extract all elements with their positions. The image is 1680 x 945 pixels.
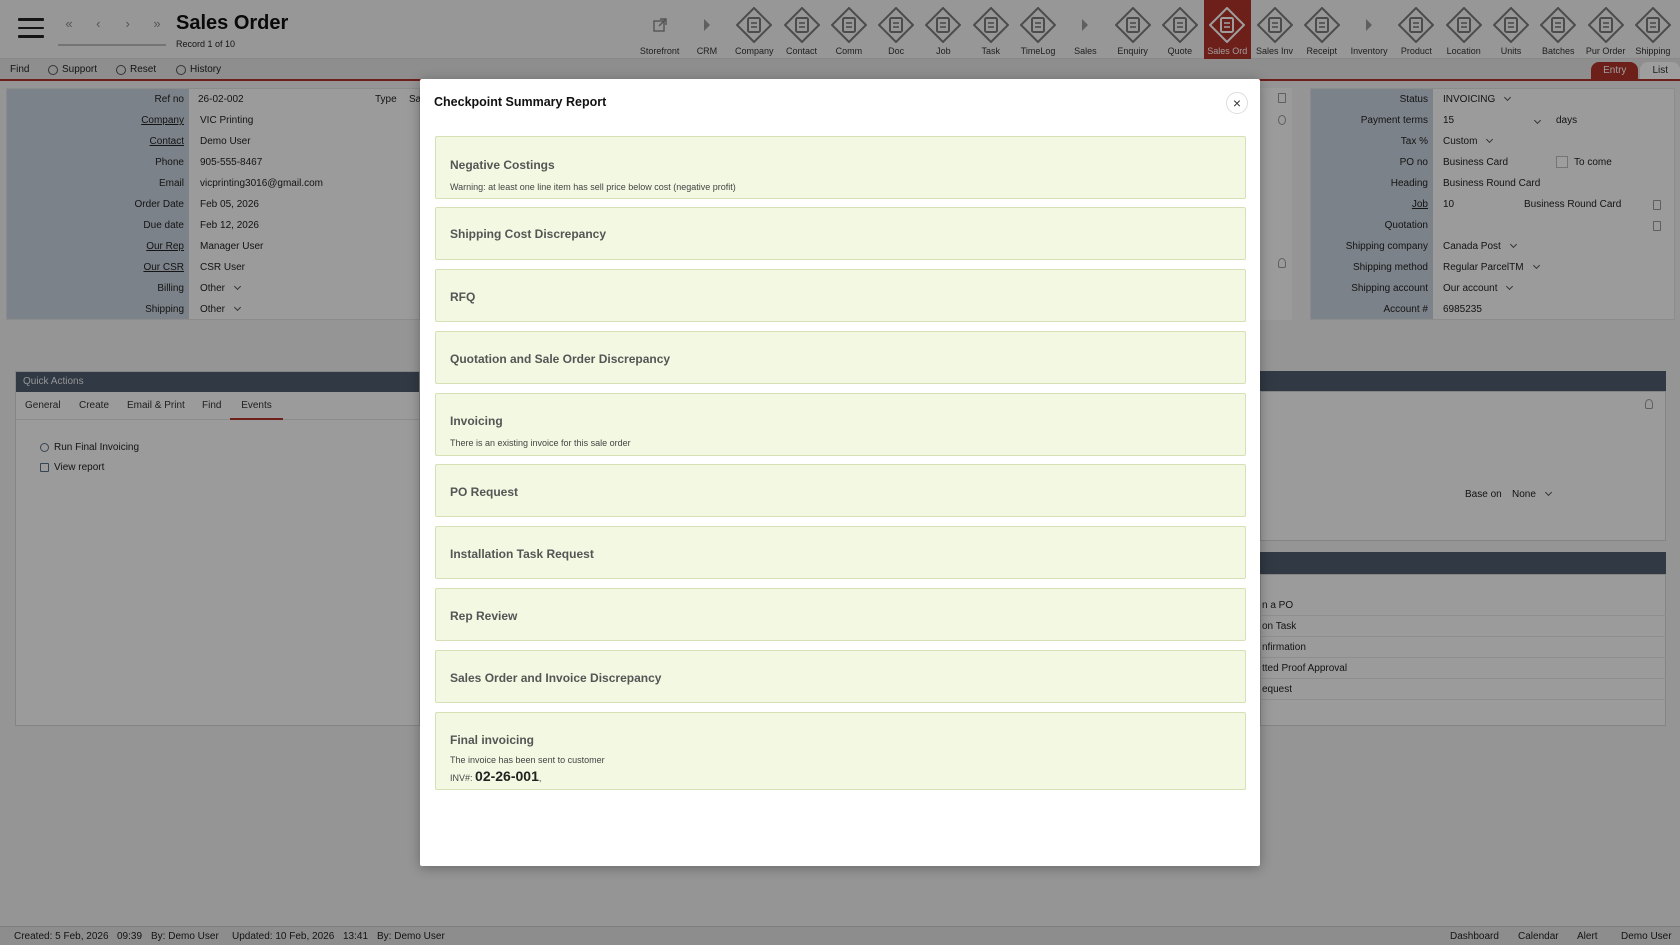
invoice-suffix: , — [538, 773, 542, 783]
invoice-number-link[interactable]: 02-26-001 — [475, 768, 539, 784]
checkpoint-card: RFQ — [435, 269, 1246, 322]
checkpoint-card: Installation Task Request — [435, 526, 1246, 579]
checkpoint-title: Final invoicing — [450, 733, 535, 747]
checkpoint-summary-modal: Checkpoint Summary Report × Negative Cos… — [420, 79, 1260, 866]
checkpoint-title: Quotation and Sale Order Discrepancy — [450, 352, 671, 366]
checkpoint-title: RFQ — [450, 290, 476, 304]
checkpoint-description: There is an existing invoice for this sa… — [450, 438, 631, 448]
modal-title: Checkpoint Summary Report — [434, 95, 607, 109]
checkpoint-card: Sales Order and Invoice Discrepancy — [435, 650, 1246, 703]
checkpoint-card: Negative Costings Warning: at least one l… — [435, 136, 1246, 199]
close-button[interactable]: × — [1226, 92, 1248, 114]
checkpoint-card: Shipping Cost Discrepancy — [435, 207, 1246, 260]
checkpoint-description: The invoice has been sent to customer — [450, 755, 605, 765]
checkpoint-card: Rep Review — [435, 588, 1246, 641]
checkpoint-description: Warning: at least one line item has sell… — [450, 182, 736, 192]
close-icon: × — [1232, 95, 1242, 111]
invoice-prefix: INV#: — [450, 773, 473, 783]
invoice-number-line: INV#: 02-26-001, — [450, 768, 541, 784]
checkpoint-card: Final invoicing The invoice has been sent… — [435, 712, 1246, 790]
checkpoint-title: Rep Review — [450, 609, 518, 623]
checkpoint-title: Installation Task Request — [450, 547, 594, 561]
checkpoint-title: Sales Order and Invoice Discrepancy — [450, 671, 662, 685]
checkpoint-title: Shipping Cost Discrepancy — [450, 227, 607, 241]
checkpoint-title: Invoicing — [450, 414, 503, 428]
checkpoint-title: Negative Costings — [450, 158, 555, 172]
checkpoint-card: Invoicing There is an existing invoice fo… — [435, 393, 1246, 456]
checkpoint-title: PO Request — [450, 485, 519, 499]
checkpoint-card: PO Request — [435, 464, 1246, 517]
checkpoint-card: Quotation and Sale Order Discrepancy — [435, 331, 1246, 384]
